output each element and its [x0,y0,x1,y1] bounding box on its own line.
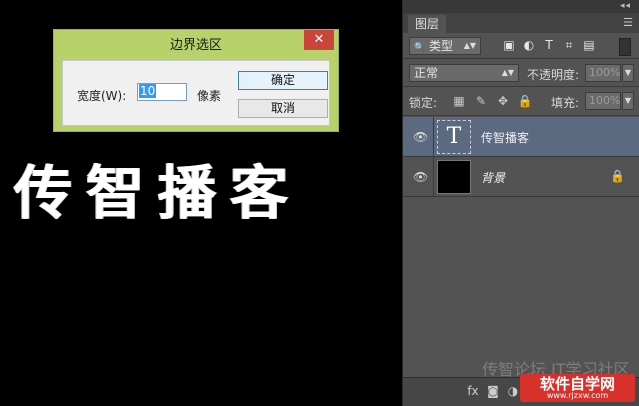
layers-panel: ◂◂ 图层 ☰ 🔍 类型 ▲▼ ▣ ◐ T ⌗ ▤ 正常 ▲▼ 不透明度: 100% ▼… [402,0,639,406]
border-selection-dialog: 边界选区 ✕ 宽度(W): 10 像素 确定 取消 [53,29,339,132]
collapse-icon[interactable]: ◂◂ [620,0,631,13]
text-layer-thumbnail: T [437,120,471,154]
filter-toggle[interactable] [619,38,631,56]
divider [403,58,639,59]
layer-row-background[interactable]: 👁 背景 🔒 [403,157,639,197]
divider [403,115,639,116]
blend-mode-select[interactable]: 正常 ▲▼ [409,64,519,82]
width-input[interactable]: 10 [137,83,187,101]
fill-input[interactable]: 100% [585,92,621,110]
width-value: 10 [139,84,157,98]
fill-label: 填充: [551,96,580,110]
adjustment-filter-icon[interactable]: ◐ [519,38,539,52]
lock-all-icon[interactable]: 🔒 [514,94,536,108]
lock-position-icon[interactable]: ✥ [492,94,514,108]
filter-kind-select[interactable]: 🔍 类型 ▲▼ [409,37,481,55]
unit-label: 像素 [197,89,222,103]
ok-button[interactable]: 确定 [238,71,328,90]
panel-top-bar: ◂◂ [403,0,639,13]
eye-icon[interactable]: 👁 [413,170,428,184]
width-label: 宽度(W): [77,89,127,103]
fx-icon[interactable]: fx [463,384,483,398]
opacity-label: 不透明度: [527,68,580,82]
divider [403,86,639,87]
layer-name[interactable]: 传智播客 [481,129,529,146]
type-filter-icon[interactable]: T [539,38,559,52]
divider [433,157,434,196]
close-icon[interactable]: ✕ [304,30,334,50]
pixel-filter-icon[interactable]: ▣ [499,38,519,52]
panel-menu-icon[interactable]: ☰ [623,16,633,29]
lock-icon: 🔒 [610,169,625,183]
panel-tab-bar: 图层 ☰ [403,13,639,33]
tab-layers[interactable]: 图层 [408,15,446,33]
divider [433,117,434,156]
filter-icons: ▣ ◐ T ⌗ ▤ [499,38,599,53]
dialog-body: 宽度(W): 10 像素 确定 取消 [62,60,330,126]
eye-icon[interactable]: 👁 [413,130,428,144]
chevron-down-icon: ▲▼ [501,68,514,77]
opacity-dropdown[interactable]: ▼ [622,64,634,82]
cancel-button[interactable]: 取消 [238,99,328,118]
layer-name[interactable]: 背景 [481,169,505,186]
chevron-down-icon: ▲▼ [463,41,476,50]
blend-mode-label: 正常 [414,66,439,80]
background-layer-thumbnail [437,160,471,194]
fill-dropdown[interactable]: ▼ [622,92,634,110]
opacity-input[interactable]: 100% [585,64,621,82]
shape-filter-icon[interactable]: ⌗ [559,38,579,53]
watermark-url: www.rjzxw.com [546,391,609,400]
layer-row-text[interactable]: 👁 T 传智播客 [403,117,639,157]
lock-label: 锁定: [409,96,438,110]
search-icon: 🔍 [414,43,426,53]
filter-kind-label: 类型 [429,39,454,53]
dialog-title: 边界选区 [169,38,222,53]
lock-image-icon[interactable]: ✎ [470,94,492,108]
smart-object-filter-icon[interactable]: ▤ [579,38,599,52]
canvas-text-layer: 传智播客 [14,159,303,227]
lock-transparency-icon[interactable]: ▦ [448,94,470,108]
lock-icons: ▦ ✎ ✥ 🔒 [448,94,536,108]
watermark-logo: 软件自学网 www.rjzxw.com [520,374,635,402]
mask-icon[interactable]: ◙ [483,384,503,398]
